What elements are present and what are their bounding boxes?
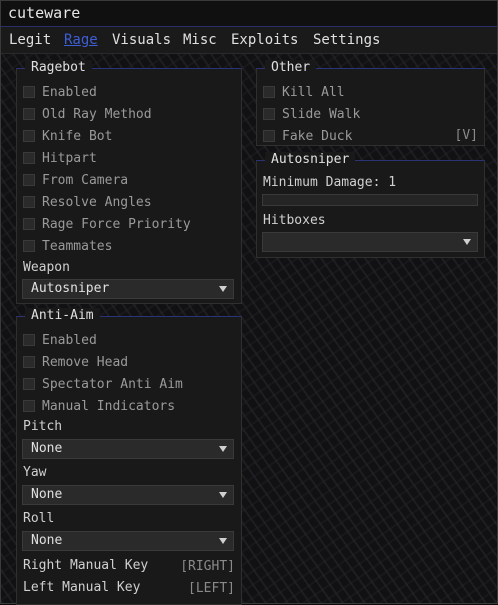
roll-dropdown[interactable]: None <box>22 531 234 551</box>
menu-bar: Legit Rage Visuals Misc Exploits Setting… <box>1 27 497 54</box>
weapon-label: Weapon <box>23 260 70 275</box>
enabled-checkbox[interactable] <box>23 86 35 98</box>
aa-enabled-row[interactable]: Enabled <box>23 331 97 349</box>
teammates-row[interactable]: Teammates <box>23 237 112 255</box>
pitch-dropdown[interactable]: None <box>22 439 234 459</box>
old-ray-method-checkbox[interactable] <box>23 108 35 120</box>
ragebot-enabled-row[interactable]: Enabled <box>23 83 97 101</box>
hitpart-label: Hitpart <box>42 150 97 166</box>
chevron-down-icon <box>463 239 471 245</box>
enabled-label: Enabled <box>42 84 97 100</box>
resolve-angles-checkbox[interactable] <box>23 196 35 208</box>
spectator-anti-aim-label: Spectator Anti Aim <box>42 376 183 392</box>
old-ray-method-row[interactable]: Old Ray Method <box>23 105 152 123</box>
antiaim-group: Anti-Aim Enabled Remove Head Spectator A… <box>16 308 242 605</box>
hitboxes-dropdown[interactable] <box>262 232 478 252</box>
left-manual-key-label: Left Manual Key <box>23 580 141 595</box>
knife-bot-checkbox[interactable] <box>23 130 35 142</box>
knife-bot-row[interactable]: Knife Bot <box>23 127 112 145</box>
spectator-anti-aim-checkbox[interactable] <box>23 378 35 390</box>
kill-all-label: Kill All <box>282 84 345 100</box>
content-area: Ragebot Enabled Old Ray Method Knife Bot… <box>1 54 497 605</box>
chevron-down-icon <box>219 286 227 292</box>
yaw-dropdown[interactable]: None <box>22 485 234 505</box>
rage-force-priority-row[interactable]: Rage Force Priority <box>23 215 191 233</box>
kill-all-checkbox[interactable] <box>263 86 275 98</box>
tab-visuals[interactable]: Visuals <box>112 32 171 48</box>
autosniper-title: Autosniper <box>265 152 356 167</box>
fake-duck-row[interactable]: Fake Duck <box>263 127 352 145</box>
pitch-label: Pitch <box>23 419 63 434</box>
teammates-checkbox[interactable] <box>23 240 35 252</box>
fake-duck-keybind[interactable]: [V] <box>455 128 478 143</box>
title-bar[interactable]: cuteware <box>1 1 497 27</box>
yaw-dropdown-value: None <box>31 487 63 502</box>
yaw-label: Yaw <box>23 465 47 480</box>
tab-settings[interactable]: Settings <box>313 32 380 48</box>
tab-legit[interactable]: Legit <box>9 32 51 48</box>
chevron-down-icon <box>219 446 227 452</box>
slide-walk-row[interactable]: Slide Walk <box>263 105 360 123</box>
slide-walk-checkbox[interactable] <box>263 108 275 120</box>
app-title: cuteware <box>8 4 81 22</box>
chevron-down-icon <box>219 492 227 498</box>
from-camera-row[interactable]: From Camera <box>23 171 128 189</box>
resolve-angles-row[interactable]: Resolve Angles <box>23 193 152 211</box>
spectator-anti-aim-row[interactable]: Spectator Anti Aim <box>23 375 183 393</box>
old-ray-method-label: Old Ray Method <box>42 106 152 122</box>
pitch-dropdown-value: None <box>31 441 63 456</box>
knife-bot-label: Knife Bot <box>42 128 113 144</box>
minimum-damage-slider[interactable] <box>262 194 478 206</box>
tab-rage[interactable]: Rage <box>64 32 98 48</box>
weapon-dropdown[interactable]: Autosniper <box>22 279 234 299</box>
aa-enabled-checkbox[interactable] <box>23 334 35 346</box>
remove-head-label: Remove Head <box>42 354 129 370</box>
aa-enabled-label: Enabled <box>42 332 97 348</box>
rage-force-priority-label: Rage Force Priority <box>42 216 191 232</box>
kill-all-row[interactable]: Kill All <box>263 83 345 101</box>
tab-misc[interactable]: Misc <box>183 32 217 48</box>
fake-duck-label: Fake Duck <box>282 128 353 144</box>
roll-label: Roll <box>23 511 55 526</box>
from-camera-label: From Camera <box>42 172 129 188</box>
manual-indicators-row[interactable]: Manual Indicators <box>23 397 175 415</box>
roll-dropdown-value: None <box>31 533 63 548</box>
manual-indicators-checkbox[interactable] <box>23 400 35 412</box>
autosniper-group: Autosniper Minimum Damage: 1 Hitboxes <box>256 152 485 258</box>
remove-head-row[interactable]: Remove Head <box>23 353 128 371</box>
tab-exploits[interactable]: Exploits <box>231 32 298 48</box>
manual-indicators-label: Manual Indicators <box>42 398 176 414</box>
antiaim-title: Anti-Aim <box>25 308 100 323</box>
ragebot-group: Ragebot Enabled Old Ray Method Knife Bot… <box>16 60 242 304</box>
from-camera-checkbox[interactable] <box>23 174 35 186</box>
right-manual-keybind[interactable]: [RIGHT] <box>180 559 235 574</box>
fake-duck-checkbox[interactable] <box>263 130 275 142</box>
hitpart-checkbox[interactable] <box>23 152 35 164</box>
hitboxes-label: Hitboxes <box>263 213 326 228</box>
weapon-dropdown-value: Autosniper <box>31 281 110 296</box>
left-manual-keybind[interactable]: [LEFT] <box>188 581 235 596</box>
main-window: cuteware Legit Rage Visuals Misc Exploit… <box>0 0 498 605</box>
teammates-label: Teammates <box>42 238 113 254</box>
slide-walk-label: Slide Walk <box>282 106 361 122</box>
right-manual-key-label: Right Manual Key <box>23 558 149 573</box>
minimum-damage-label: Minimum Damage: 1 <box>263 175 397 190</box>
resolve-angles-label: Resolve Angles <box>42 194 152 210</box>
remove-head-checkbox[interactable] <box>23 356 35 368</box>
other-group: Other Kill All Slide Walk Fake Duck [V] <box>256 60 485 146</box>
ragebot-title: Ragebot <box>25 60 92 75</box>
chevron-down-icon <box>219 538 227 544</box>
hitpart-row[interactable]: Hitpart <box>23 149 97 167</box>
rage-force-priority-checkbox[interactable] <box>23 218 35 230</box>
other-title: Other <box>265 60 317 75</box>
